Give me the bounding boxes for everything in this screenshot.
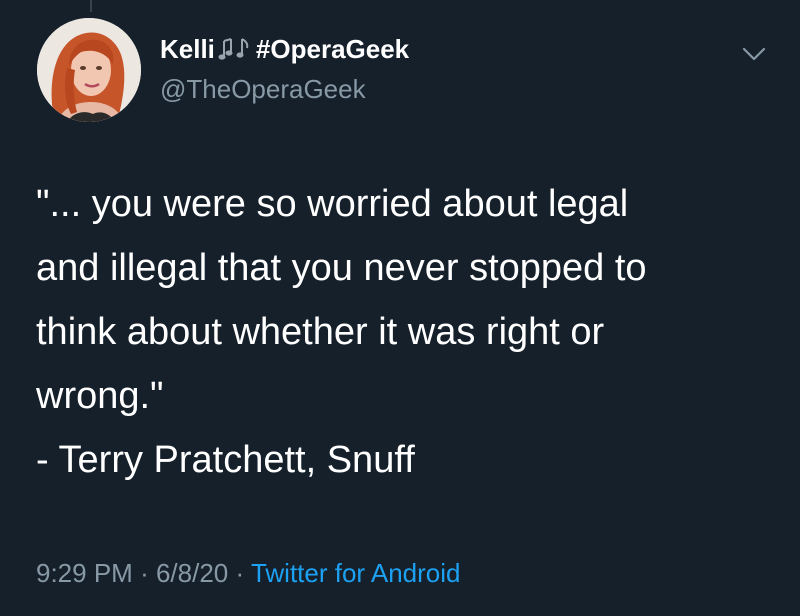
tweet-text: "... you were so worried about legal and… — [36, 172, 776, 492]
meta-separator: · — [235, 558, 245, 588]
author-name[interactable]: Kelli — [160, 34, 215, 64]
tweet-time[interactable]: 9:29 PM — [36, 558, 133, 588]
meta-separator: · — [140, 558, 149, 588]
tweet-text-line: - Terry Pratchett, Snuff — [36, 439, 415, 481]
musical-notes-icon — [218, 35, 254, 63]
author-name-hashtag[interactable]: #OperaGeek — [256, 34, 409, 64]
tweet-text-line: wrong." — [36, 375, 164, 417]
avatar[interactable] — [37, 18, 141, 122]
profile-photo — [37, 18, 141, 122]
chevron-down-icon[interactable] — [740, 44, 768, 64]
author-name-row[interactable]: Kelli #OperaGeek — [160, 34, 409, 64]
tweet-date[interactable]: 6/8/20 — [156, 558, 228, 588]
author-handle[interactable]: @TheOperaGeek — [160, 74, 366, 104]
tweet-source-link[interactable]: Twitter for Android — [251, 558, 461, 588]
tweet-text-line: and illegal that you never stopped to — [36, 247, 647, 289]
tweet-text-line: "... you were so worried about legal — [36, 183, 629, 225]
thread-connector-line — [90, 0, 92, 12]
tweet-text-line: think about whether it was right or — [36, 311, 605, 353]
tweet-metadata: 9:29 PM · 6/8/20 · Twitter for Android — [36, 556, 460, 590]
